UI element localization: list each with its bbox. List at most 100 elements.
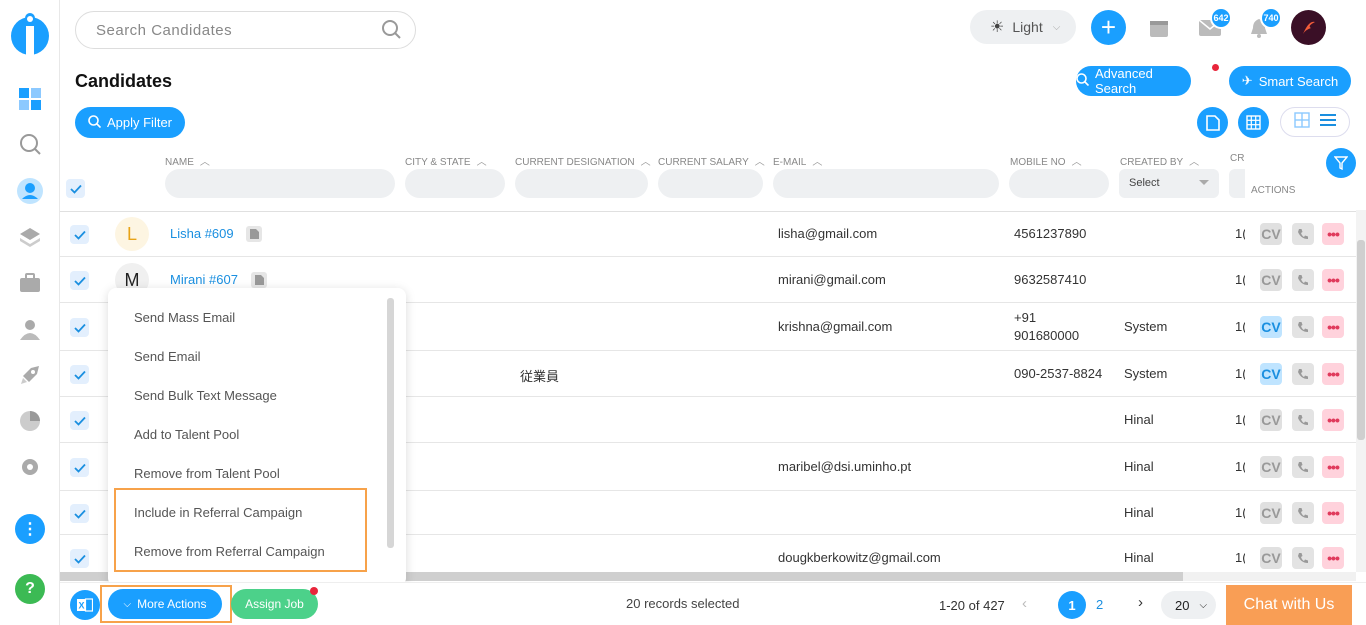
cv-button[interactable]: CV [1260,502,1282,524]
phone-icon[interactable] [1292,456,1314,478]
apply-filter-button[interactable]: Apply Filter [75,107,185,138]
page-1-button[interactable]: 1 [1058,591,1086,619]
cv-button[interactable]: CV [1260,547,1282,569]
calendar-icon[interactable] [1149,18,1169,43]
cv-button[interactable]: CV [1260,316,1282,338]
search-nav-icon[interactable] [17,131,43,157]
menu-item-send-email[interactable]: Send Email [134,349,200,364]
export-document-button[interactable] [1197,107,1228,138]
dashboard-icon[interactable] [17,86,43,112]
column-header-email[interactable]: E-MAIL ︿ [773,153,822,168]
app-logo[interactable] [10,10,50,56]
menu-item-send-mass-email[interactable]: Send Mass Email [134,310,235,325]
add-button[interactable]: + [1091,10,1126,45]
mobile-filter-input[interactable] [1009,169,1109,198]
chevron-down-icon: ⌵ [1199,599,1208,611]
candidate-name-link[interactable]: Mirani #607 [170,272,238,287]
column-header-mobile[interactable]: MOBILE NO ︿ [1010,153,1082,168]
list-view-icon[interactable] [1320,113,1336,132]
column-header-created-by[interactable]: CREATED BY ︿ [1120,153,1199,168]
smart-search-button[interactable]: ✈ Smart Search [1229,66,1351,96]
row-checkbox[interactable] [70,458,89,477]
more-options-button[interactable]: ••• [1322,316,1344,338]
excel-export-icon[interactable]: X [70,590,100,620]
cr-filter-input[interactable] [1229,169,1245,198]
column-header-salary[interactable]: CURRENT SALARY ︿ [658,153,765,168]
row-checkbox[interactable] [70,318,89,337]
user-avatar[interactable] [1291,10,1326,45]
menu-item-send-bulk-text[interactable]: Send Bulk Text Message [134,388,277,403]
menu-item-add-talent-pool[interactable]: Add to Talent Pool [134,427,239,442]
page-2-button[interactable]: 2 [1096,597,1103,612]
assign-job-button[interactable]: Assign Job [231,589,318,619]
vertical-scrollbar[interactable] [1356,210,1366,572]
cv-button[interactable]: CV [1260,223,1282,245]
email-filter-input[interactable] [773,169,999,198]
next-page-icon[interactable]: › [1138,594,1143,611]
layers-icon[interactable] [17,224,43,250]
filter-funnel-button[interactable] [1326,148,1356,178]
more-options-button[interactable]: ••• [1322,456,1344,478]
phone-icon[interactable] [1292,409,1314,431]
candidates-icon[interactable] [17,178,43,204]
cv-button[interactable]: CV [1260,456,1282,478]
document-icon[interactable] [251,272,267,288]
more-options-button[interactable]: ••• [1322,547,1344,569]
rocket-icon[interactable] [17,362,43,388]
advanced-search-button[interactable]: Advanced Search [1076,66,1191,96]
phone-icon[interactable] [1292,223,1314,245]
cv-button[interactable]: CV [1260,409,1282,431]
name-filter-input[interactable] [165,169,395,198]
phone-icon[interactable] [1292,363,1314,385]
sun-icon: ☀ [990,19,1005,36]
grid-view-icon[interactable] [1294,111,1310,133]
mail-badge: 642 [1210,7,1232,29]
select-all-checkbox[interactable] [66,179,85,198]
designation-filter-input[interactable] [515,169,648,198]
created-by-select[interactable]: Select [1119,169,1219,198]
more-menu-icon[interactable]: ⋮ [15,514,45,544]
row-checkbox[interactable] [70,411,89,430]
search-input[interactable]: Search Candidates [75,11,416,49]
phone-icon[interactable] [1292,269,1314,291]
menu-item-remove-talent-pool[interactable]: Remove from Talent Pool [134,466,280,481]
candidate-name-link[interactable]: Lisha #609 [170,226,234,241]
more-options-button[interactable]: ••• [1322,269,1344,291]
prev-page-icon[interactable]: ‹ [1022,595,1027,612]
column-header-name[interactable]: NAME ︿ [165,153,210,168]
user-icon[interactable] [17,316,43,342]
pie-chart-icon[interactable] [17,408,43,434]
per-page-select[interactable]: 20 ⌵ [1161,591,1216,619]
search-icon[interactable] [381,19,401,44]
briefcase-icon[interactable] [17,270,43,296]
phone-icon[interactable] [1292,502,1314,524]
created-by-cell: Hinal [1124,505,1154,520]
help-icon[interactable]: ? [15,574,45,604]
phone-icon[interactable] [1292,547,1314,569]
grid-table-button[interactable] [1238,107,1269,138]
city-filter-input[interactable] [405,169,505,198]
menu-scrollbar[interactable] [387,298,394,548]
theme-toggle[interactable]: ☀ Light ⌵ [970,10,1076,44]
table-row: L Lisha #609 lisha@gmail.com 4561237890 1(CV… [60,211,1356,257]
row-checkbox[interactable] [70,549,89,568]
column-header-cr[interactable]: CRI [1230,153,1244,164]
document-icon[interactable] [246,226,262,242]
more-options-button[interactable]: ••• [1322,502,1344,524]
more-options-button[interactable]: ••• [1322,409,1344,431]
salary-filter-input[interactable] [658,169,763,198]
row-checkbox[interactable] [70,504,89,523]
chat-button[interactable]: Chat with Us [1226,585,1352,625]
row-checkbox[interactable] [70,271,89,290]
settings-gear-icon[interactable] [17,454,43,480]
more-options-button[interactable]: ••• [1322,223,1344,245]
phone-icon[interactable] [1292,316,1314,338]
cv-button[interactable]: CV [1260,363,1282,385]
column-header-designation[interactable]: CURRENT DESIGNATION ︿ [515,153,651,168]
column-header-city[interactable]: CITY & STATE ︿ [405,153,487,168]
row-checkbox[interactable] [70,365,89,384]
row-checkbox[interactable] [70,225,89,244]
cv-button[interactable]: CV [1260,269,1282,291]
selected-count: 20 records selected [626,596,740,611]
more-options-button[interactable]: ••• [1322,363,1344,385]
